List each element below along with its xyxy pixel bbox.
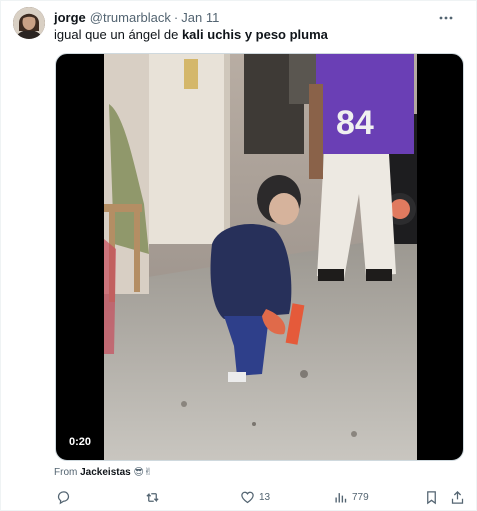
avatar[interactable] (13, 7, 45, 39)
video-frame[interactable]: 84 (104, 54, 417, 460)
bookmark-icon (427, 490, 436, 504)
tweet-header: jorge @trumarblack · Jan 11 (54, 9, 464, 27)
source-name[interactable]: Jackeistas (80, 467, 131, 478)
retweet-button[interactable] (145, 488, 164, 506)
heart-icon (241, 491, 254, 503)
tweet-text: igual que un ángel de kali uchis y peso … (54, 26, 464, 43)
share-button[interactable] (450, 488, 465, 506)
like-button[interactable]: 13 (240, 488, 270, 506)
tweet-date[interactable]: Jan 11 (181, 9, 219, 27)
separator: · (173, 10, 179, 25)
like-count: 13 (259, 491, 271, 503)
views-count: 779 (352, 491, 369, 503)
retweet-icon (146, 492, 159, 502)
source-emoji: 😎✌ (133, 467, 153, 478)
svg-text:84: 84 (336, 104, 374, 142)
share-icon (451, 490, 464, 504)
tweet-text-bold: kali uchis y peso pluma (181, 27, 328, 42)
tweet-text-prefix: igual que un ángel de (54, 27, 182, 42)
reply-button[interactable] (56, 488, 75, 506)
tweet-card[interactable]: jorge @trumarblack · Jan 11 igual que un… (0, 0, 477, 511)
bookmark-button[interactable] (424, 488, 439, 506)
views-button[interactable]: 779 (333, 488, 369, 506)
action-bar: 13 779 (54, 488, 466, 506)
source-prefix: From (54, 467, 81, 478)
reply-icon (57, 490, 70, 504)
source-label: From Jackeistas 😎✌ (54, 466, 152, 480)
video-duration: 0:20 (64, 434, 97, 450)
video-player[interactable]: 84 0:20 (55, 53, 464, 461)
views-icon (335, 492, 347, 502)
author-name[interactable]: jorge (54, 9, 86, 27)
more-horizontal-icon[interactable] (434, 8, 458, 28)
author-handle[interactable]: @trumarblack (90, 9, 171, 27)
